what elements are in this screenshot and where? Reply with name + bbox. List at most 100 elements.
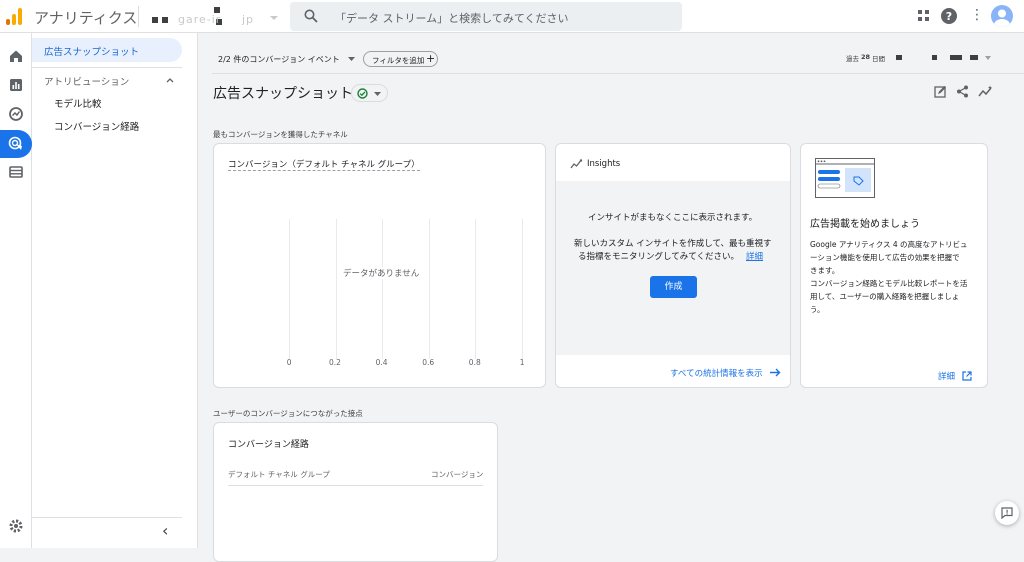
chevron-down-icon <box>374 92 381 96</box>
promo-text-line: Google アナリティクス 4 の高度なアトリビュ <box>810 240 968 249</box>
x-tick-label: 0.2 <box>329 358 341 367</box>
promo-text-line: きます。 <box>810 266 840 275</box>
apps-grid-icon[interactable] <box>915 7 933 25</box>
app-title: アナリティクス <box>34 9 138 27</box>
status-badge[interactable] <box>351 84 388 102</box>
account-domain: jp <box>242 13 255 26</box>
insights-icon <box>570 159 583 169</box>
page-title: 広告スナップショット <box>213 86 353 102</box>
nav-advertising-active[interactable] <box>0 130 32 158</box>
chart-gridline <box>475 219 477 359</box>
chart-gridline <box>428 219 430 359</box>
add-filter-button[interactable]: フィルタを追加 + <box>363 51 438 67</box>
masked-block <box>950 55 962 60</box>
x-tick-label: 0.8 <box>468 358 481 367</box>
date-suffix: 日間 <box>872 55 885 63</box>
chevron-up-icon[interactable] <box>166 77 174 83</box>
share-icon[interactable] <box>956 85 969 98</box>
reports-icon[interactable] <box>7 76 25 94</box>
date-days: 28 <box>861 53 871 61</box>
plus-icon: + <box>426 52 436 65</box>
create-button[interactable]: 作成 <box>650 276 697 298</box>
chevron-down-icon <box>985 56 991 60</box>
date-prefix: 過去 <box>846 55 859 63</box>
chart-empty-message: データがありません <box>341 267 422 279</box>
avatar[interactable] <box>991 5 1013 27</box>
conversion-events-selector[interactable]: 2/2 件のコンバージョン イベント <box>218 54 340 65</box>
account-name: gare-ir <box>178 13 222 26</box>
learn-more-link[interactable]: 詳細 <box>746 250 763 262</box>
column-header[interactable]: デフォルト チャネル グループ <box>228 469 330 480</box>
chart-gridline <box>335 219 337 359</box>
subnav-section-attribution[interactable]: アトリビューション <box>44 74 129 88</box>
date-range-selector[interactable]: 過去 28 日間 <box>846 51 996 65</box>
configure-icon[interactable] <box>7 163 25 181</box>
divider <box>212 73 1024 74</box>
chart-title[interactable]: コンバージョン（デフォルト チャネル グループ） <box>228 158 420 171</box>
insights-icon[interactable] <box>978 85 994 98</box>
insights-body-line: る指標をモニタリングしてみてください。 <box>578 252 739 262</box>
external-link-icon[interactable] <box>962 371 972 381</box>
insights-headline: インサイトがまもなくここに表示されます。 <box>588 213 758 223</box>
insights-card <box>555 143 791 388</box>
analytics-logo-icon[interactable] <box>6 8 24 25</box>
promo-text-line: 用して、ユーザーの購入経路を把握しましょ <box>810 292 960 301</box>
subnav-item-ad-snapshot[interactable]: 広告スナップショット <box>32 38 182 62</box>
feedback-button[interactable] <box>995 501 1019 525</box>
edit-report-icon[interactable] <box>934 85 947 98</box>
ads-illustration-icon <box>815 158 875 198</box>
more-vert-icon[interactable]: ⋮ <box>968 7 986 25</box>
chart-gridline <box>522 219 523 359</box>
path-card-title: コンバージョン経路 <box>228 440 309 450</box>
chart-gridline <box>382 219 384 359</box>
promo-title: 広告掲載を始めましょう <box>810 219 920 230</box>
search-bar[interactable]: 「データ ストリーム」と検索してみてください <box>290 2 682 31</box>
promo-text-line: コンバージョン経路とモデル比較レポートを活 <box>810 279 968 288</box>
column-header[interactable]: コンバージョン <box>431 469 483 480</box>
arrow-right-icon[interactable] <box>770 368 781 377</box>
home-icon[interactable] <box>7 47 25 65</box>
insights-title: Insights <box>587 159 621 169</box>
collapse-chevron-icon[interactable]: ‹ <box>162 521 168 540</box>
divider <box>138 6 139 27</box>
sub-navigation: 広告スナップショット アトリビューション モデル比較 コンバージョン経路 ‹ <box>32 33 198 548</box>
add-filter-label: フィルタを追加 <box>372 55 425 65</box>
main-content: 2/2 件のコンバージョン イベント フィルタを追加 + 過去 28 日間 広告… <box>198 33 1024 562</box>
masked-block <box>896 55 902 60</box>
masked-block <box>932 55 937 60</box>
feedback-icon <box>1001 507 1013 519</box>
x-tick-label: 0.4 <box>375 358 388 367</box>
explore-icon[interactable] <box>7 105 25 123</box>
settings-gear-icon[interactable] <box>7 517 25 535</box>
nav-rail <box>0 33 32 548</box>
insights-body-line: 新しいカスタム インサイトを作成して、最も重視す <box>574 239 772 249</box>
top-bar: アナリティクス gare-ir jp 「データ ストリーム」と検索してみてくださ… <box>0 0 1024 33</box>
x-tick-label: 0.6 <box>422 358 435 367</box>
masked-block <box>152 17 158 23</box>
divider <box>32 67 182 68</box>
subnav-item-conversion-paths[interactable]: コンバージョン経路 <box>54 119 139 133</box>
search-icon <box>304 9 318 23</box>
promo-text-line: ーション機能を使用して広告の効果を把握で <box>810 253 960 262</box>
masked-block <box>970 55 978 60</box>
help-icon[interactable]: ? <box>941 8 957 24</box>
x-tick-label: 1 <box>519 358 525 367</box>
section-label: 最もコンバージョンを獲得したチャネル <box>213 130 348 139</box>
divider <box>32 517 182 518</box>
masked-block <box>162 17 168 23</box>
promo-text-line: う。 <box>810 305 825 314</box>
chevron-down-icon <box>270 16 278 20</box>
section-label: ユーザーのコンバージョンにつながった接点 <box>213 409 363 418</box>
search-placeholder: 「データ ストリーム」と検索してみてください <box>335 12 569 25</box>
view-all-insights-link[interactable]: すべての統計情報を表示 <box>670 367 763 379</box>
check-circle-icon <box>357 88 368 99</box>
x-tick-label: 0 <box>286 358 292 367</box>
account-selector[interactable]: gare-ir jp <box>150 4 280 30</box>
advertising-icon <box>8 136 22 150</box>
promo-details-link[interactable]: 詳細 <box>938 370 955 382</box>
insights-body <box>556 181 790 355</box>
chart-gridline <box>289 219 290 359</box>
chevron-down-icon[interactable] <box>348 57 355 61</box>
chart-card <box>213 143 546 388</box>
subnav-item-model-comparison[interactable]: モデル比較 <box>54 96 102 110</box>
